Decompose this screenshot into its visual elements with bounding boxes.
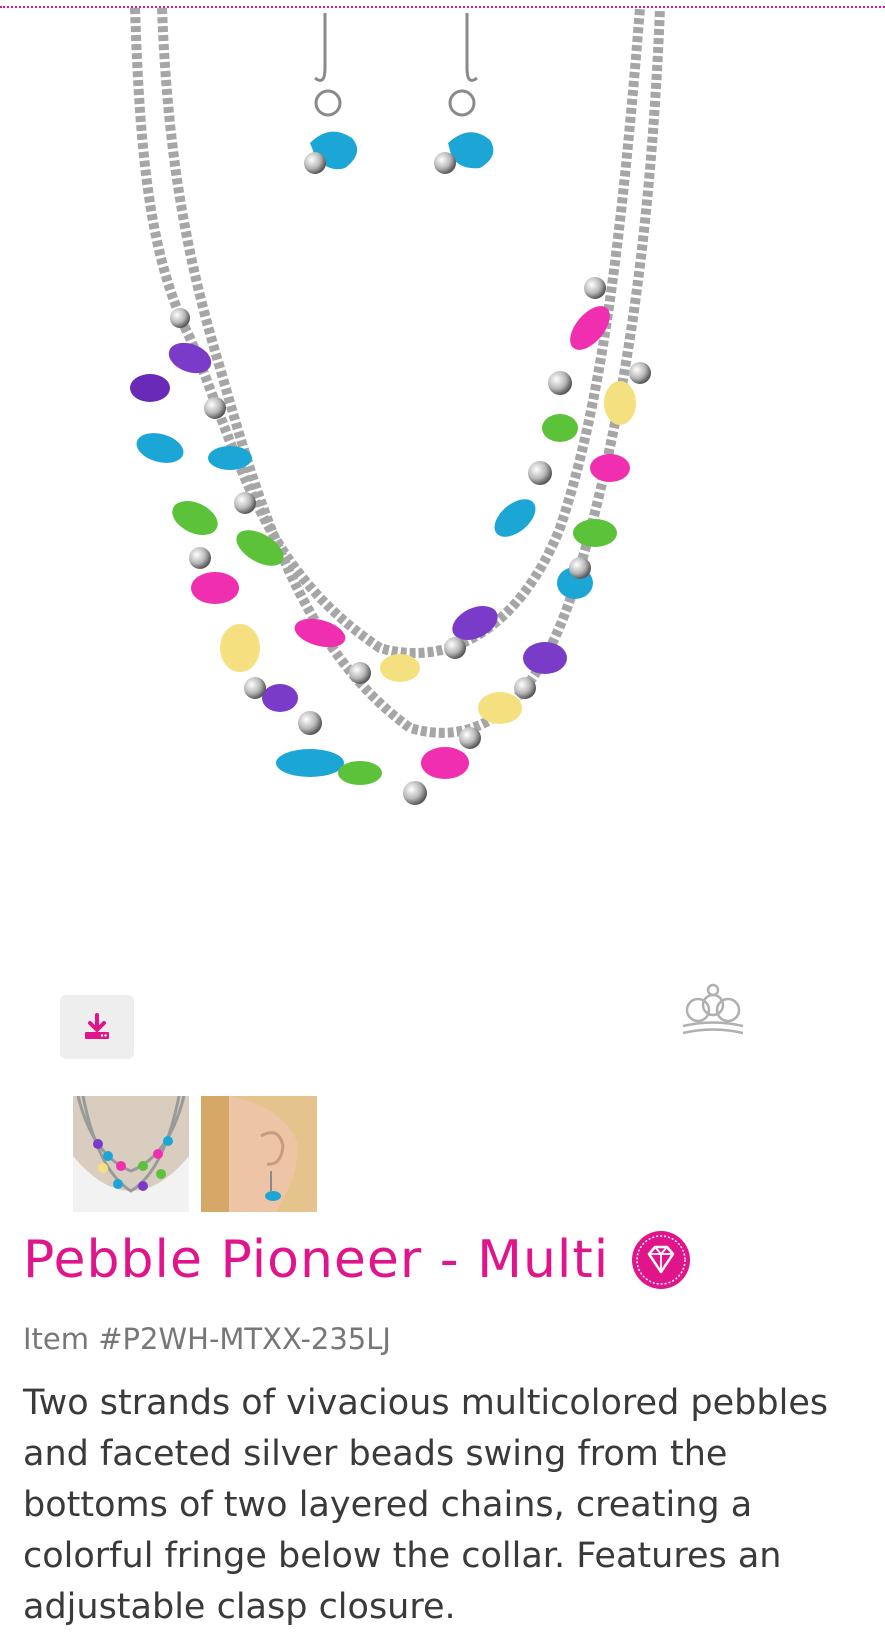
earrings-illustration [304,13,494,174]
item-number: Item #P2WH-MTXX-235LJ [23,1322,391,1356]
thumbnail-necklace[interactable] [73,1096,189,1212]
download-icon [85,1013,109,1039]
crown-icon[interactable] [678,983,748,1043]
product-title: Pebble Pioneer - Multi [23,1230,610,1290]
product-title-row: Pebble Pioneer - Multi [23,1230,691,1290]
download-button[interactable] [60,995,134,1059]
diamond-badge-icon [632,1231,691,1289]
thumbnail-earring[interactable] [201,1096,317,1212]
product-image[interactable] [0,8,885,908]
product-description: Two strands of vivacious multicolored pe… [23,1383,829,1627]
necklace-illustration [130,8,665,805]
thumbnail-strip [73,1096,317,1212]
